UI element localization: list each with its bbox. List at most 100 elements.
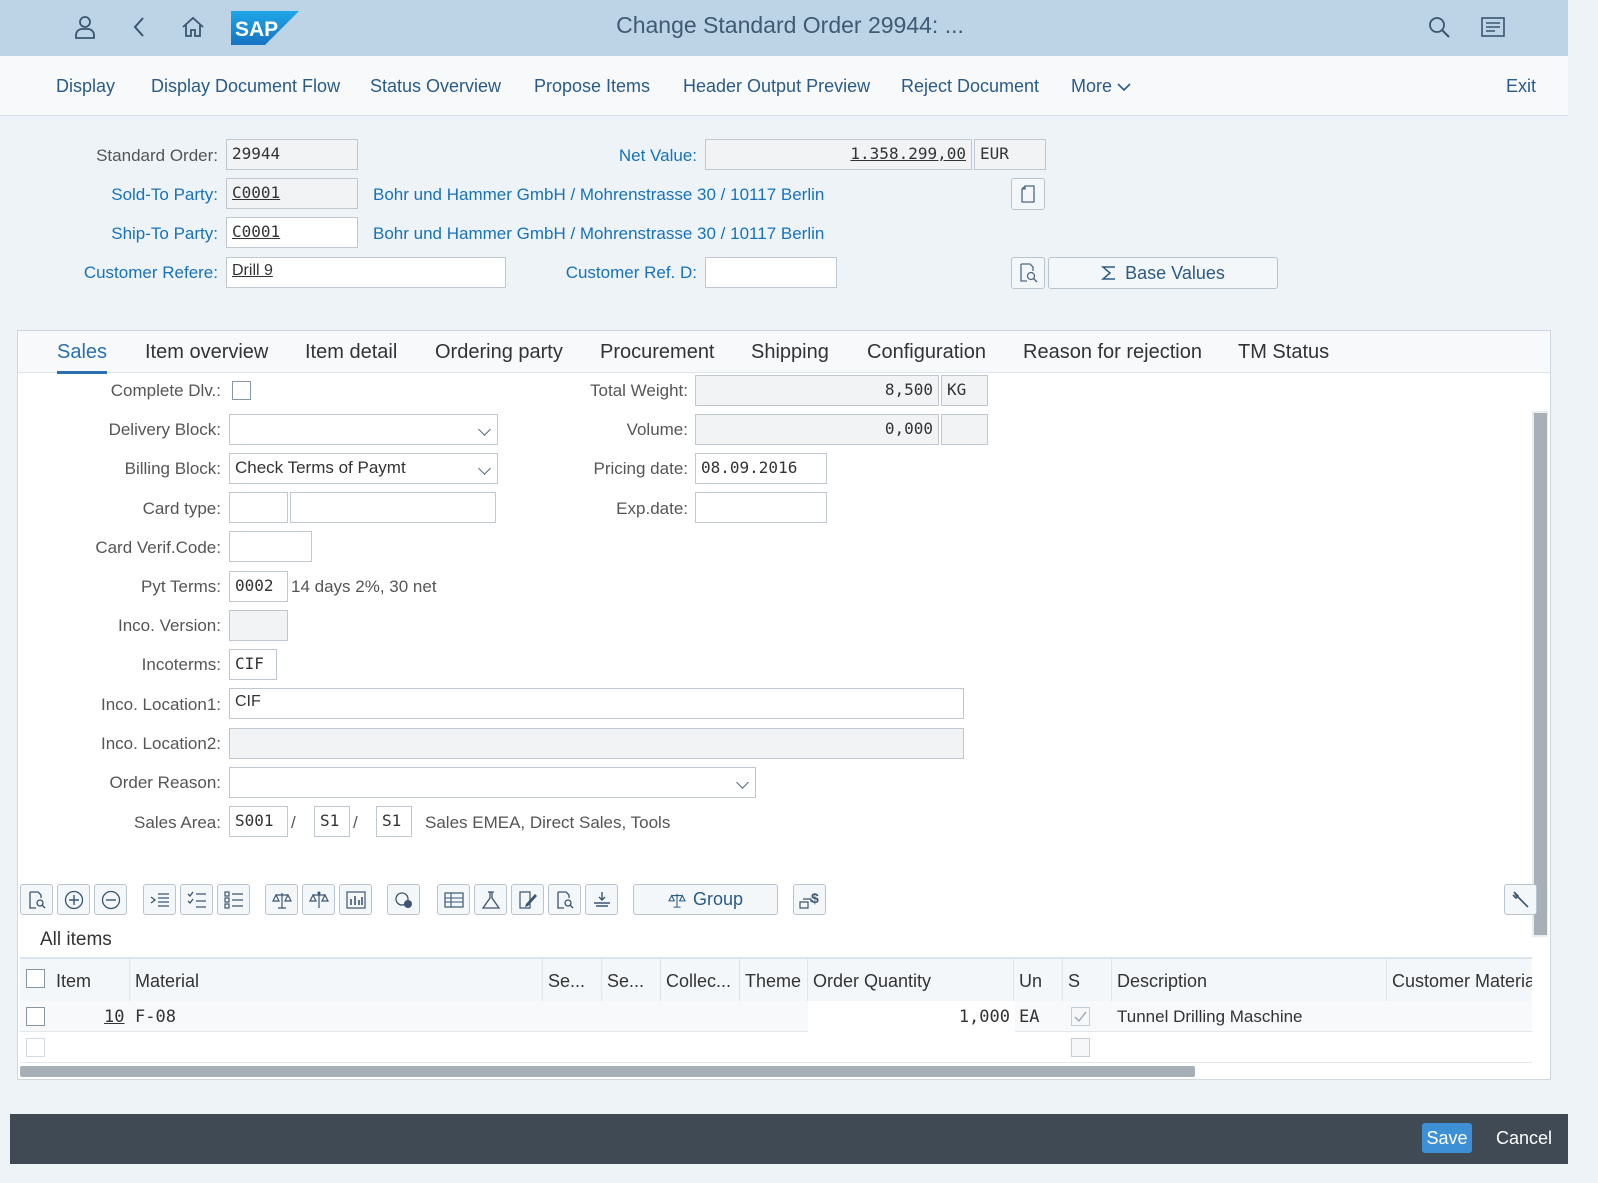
customer-reference-label: Customer Refere: [83, 263, 218, 282]
total-weight-field[interactable]: 8,500 [695, 375, 939, 406]
tab-procurement[interactable]: Procurement [600, 341, 715, 364]
division-field[interactable]: S1 [376, 806, 412, 837]
card-type-description-field[interactable] [290, 492, 496, 523]
cancel-button[interactable]: Cancel [1496, 1128, 1552, 1149]
add-row-button[interactable] [57, 884, 90, 915]
pricing-button[interactable] [302, 884, 335, 915]
menu-icon[interactable] [1476, 10, 1510, 44]
column-header-item[interactable]: Item [56, 971, 91, 992]
volume-field[interactable]: 0,000 [695, 414, 939, 445]
search-items-button[interactable] [548, 884, 581, 915]
scales-icon [668, 893, 686, 908]
inco-location1-field[interactable]: CIF [229, 688, 964, 719]
column-header-status[interactable]: S [1068, 971, 1080, 992]
status-overview-button[interactable]: Status Overview [370, 76, 501, 97]
standard-order-field[interactable]: 29944 [226, 139, 358, 170]
tab-reason-for-rejection[interactable]: Reason for rejection [1023, 341, 1202, 364]
table-row[interactable]: 10 F-08 1,000 EA Tunnel Drilling Maschin… [20, 1001, 1532, 1032]
billing-block-select[interactable]: Check Terms of Paymt [229, 453, 498, 484]
select-all-button[interactable] [180, 884, 213, 915]
horizontal-scrollbar-thumb[interactable] [20, 1066, 1195, 1077]
net-value-field[interactable]: 1.358.299,00 [705, 139, 972, 170]
volume-unit-field[interactable] [941, 414, 988, 445]
delete-row-button[interactable] [94, 884, 127, 915]
vertical-scrollbar-thumb[interactable] [1534, 413, 1547, 935]
base-values-button[interactable]: Base Values [1048, 257, 1278, 289]
column-header-collective[interactable]: Collec... [666, 971, 731, 992]
display-details-button[interactable] [1011, 257, 1045, 289]
pricing-date-field[interactable]: 08.09.2016 [695, 453, 827, 484]
sales-organization-field[interactable]: S001 [229, 806, 288, 837]
tab-bar: Sales Item overview Item detail Ordering… [18, 331, 1550, 374]
sold-to-party-field[interactable]: C0001 [226, 178, 358, 209]
column-header-description[interactable]: Description [1117, 971, 1207, 992]
customer-reference-field[interactable]: Drill 9 [226, 257, 506, 288]
currency-field[interactable]: EUR [974, 139, 1046, 170]
configuration-button[interactable] [474, 884, 507, 915]
deselect-all-button[interactable] [217, 884, 250, 915]
texts-button[interactable] [511, 884, 544, 915]
inco-version-field[interactable] [229, 610, 288, 641]
column-header-order-quantity[interactable]: Order Quantity [813, 971, 931, 992]
tab-item-detail[interactable]: Item detail [305, 341, 397, 364]
card-verification-code-field[interactable] [229, 531, 312, 562]
details-button[interactable] [20, 884, 53, 915]
tab-configuration[interactable]: Configuration [867, 341, 986, 364]
sort-button[interactable] [585, 884, 618, 915]
order-quantity-value: 1,000 [958, 1007, 1010, 1027]
distribution-channel-field[interactable]: S1 [314, 806, 350, 837]
settings-button[interactable] [1504, 884, 1537, 915]
weight-unit-field[interactable]: KG [941, 375, 988, 406]
indent-button[interactable] [143, 884, 176, 915]
propose-items-button[interactable]: Propose Items [534, 76, 650, 97]
column-header-customer-material[interactable]: Customer Material [1392, 971, 1532, 992]
customer-ref-date-field[interactable] [705, 257, 837, 288]
column-header-unit[interactable]: Un [1019, 971, 1042, 992]
header-output-preview-button[interactable]: Header Output Preview [683, 76, 870, 97]
row-select-checkbox[interactable] [26, 1007, 45, 1026]
search-icon[interactable] [1422, 10, 1456, 44]
display-button[interactable]: Display [56, 76, 115, 97]
payment-terms-field[interactable]: 0002 [229, 571, 288, 602]
complete-delivery-checkbox[interactable] [232, 381, 251, 400]
schedule-lines-button[interactable] [437, 884, 470, 915]
select-all-checkbox[interactable] [26, 969, 45, 988]
tab-item-overview[interactable]: Item overview [145, 341, 268, 364]
copy-button[interactable] [1011, 178, 1045, 210]
sold-to-party-description[interactable]: Bohr und Hammer GmbH / Mohrenstrasse 30 … [373, 185, 824, 205]
column-header-se-2[interactable]: Se... [607, 971, 644, 992]
availability-button[interactable] [387, 884, 420, 915]
column-header-se-1[interactable]: Se... [548, 971, 585, 992]
reject-document-button[interactable]: Reject Document [901, 76, 1039, 97]
scales-icon [271, 892, 292, 909]
order-quantity-cell[interactable]: 1,000 [808, 1001, 1015, 1032]
tab-ordering-party[interactable]: Ordering party [435, 341, 563, 364]
group-button[interactable]: Group [633, 884, 778, 915]
ship-to-party-description[interactable]: Bohr und Hammer GmbH / Mohrenstrasse 30 … [373, 224, 824, 244]
card-type-label: Card type: [142, 499, 221, 518]
tab-sales[interactable]: Sales [57, 341, 108, 374]
order-reason-select[interactable] [229, 767, 756, 798]
remove-icon [101, 890, 120, 909]
tab-shipping[interactable]: Shipping [751, 341, 829, 364]
column-header-theme[interactable]: Theme [745, 971, 801, 992]
inco-location2-field[interactable] [229, 728, 964, 759]
delivery-block-select[interactable] [229, 414, 498, 445]
more-button[interactable]: More [1071, 76, 1131, 97]
incoterms-field[interactable]: CIF [229, 649, 277, 680]
tab-tm-status[interactable]: TM Status [1238, 341, 1329, 364]
save-button[interactable]: Save [1422, 1123, 1472, 1153]
status-checkbox [1071, 1007, 1090, 1026]
display-document-flow-button[interactable]: Display Document Flow [151, 76, 340, 97]
ship-to-party-field[interactable]: C0001 [226, 217, 358, 248]
analysis-button[interactable] [339, 884, 372, 915]
conditions-button[interactable] [265, 884, 298, 915]
column-header-material[interactable]: Material [135, 971, 199, 992]
table-row[interactable] [20, 1032, 1532, 1063]
item-number[interactable]: 10 [104, 1007, 124, 1027]
expiry-date-field[interactable] [695, 492, 827, 523]
card-type-field[interactable] [229, 492, 288, 523]
exit-button[interactable]: Exit [1506, 76, 1536, 97]
billing-plan-button[interactable]: $ [793, 884, 826, 915]
row-select-checkbox[interactable] [26, 1038, 45, 1057]
